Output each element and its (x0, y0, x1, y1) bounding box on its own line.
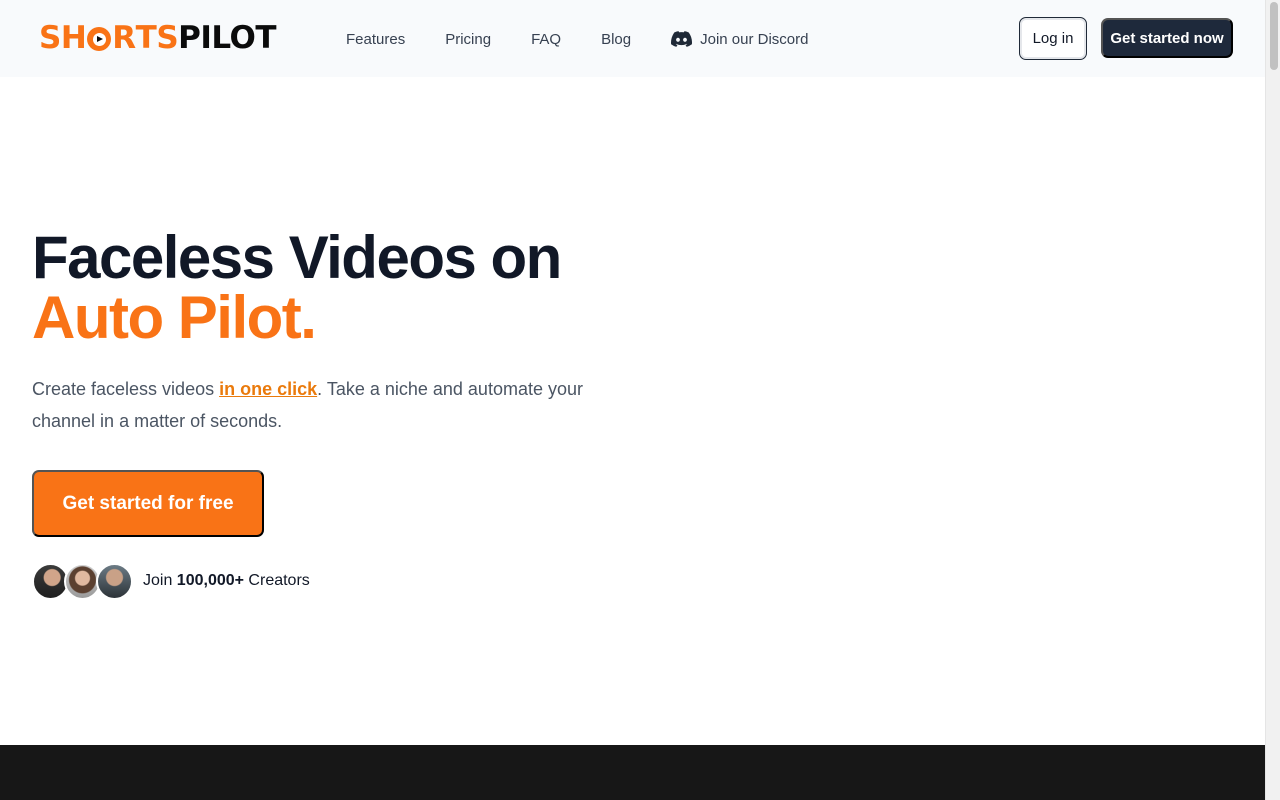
page: SHRTS PILOT Features Pricing FAQ Blog Jo… (0, 0, 1265, 800)
social-proof: Join 100,000+ Creators (32, 562, 310, 600)
hero-title-line2: Auto Pilot. (32, 284, 317, 351)
dark-section (0, 745, 1265, 800)
logo-letter: S (39, 19, 61, 56)
discord-icon (671, 31, 693, 47)
creators-prefix: Join (143, 572, 177, 589)
brand-logo[interactable]: SHRTS PILOT (39, 19, 277, 57)
nav-link-pricing[interactable]: Pricing (445, 31, 491, 48)
creators-count: 100,000+ (176, 572, 244, 589)
hero-subtitle-before: Create faceless videos (32, 379, 220, 399)
avatar (96, 562, 133, 600)
logo-letter: S (156, 19, 179, 56)
play-icon (87, 27, 112, 51)
logo-letter: T (135, 19, 157, 56)
get-started-button[interactable]: Get started now (1101, 18, 1233, 58)
site-header: SHRTS PILOT Features Pricing FAQ Blog Jo… (0, 0, 1265, 77)
creators-suffix: Creators (243, 572, 310, 589)
login-button[interactable]: Log in (1019, 17, 1087, 60)
hero-title: Faceless Videos on Auto Pilot. (32, 228, 562, 351)
nav-link-features[interactable]: Features (346, 31, 405, 48)
logo-letter: H (60, 19, 87, 56)
nav-link-discord[interactable]: Join our Discord (671, 30, 809, 48)
logo-letter: R (112, 19, 136, 56)
scrollbar-thumb[interactable] (1270, 2, 1278, 70)
logo-part-shorts: SHRTS (39, 19, 179, 56)
hero-subtitle: Create faceless videos in one click. Tak… (32, 373, 632, 437)
hero-subtitle-link[interactable]: in one click (219, 379, 317, 399)
nav-link-faq[interactable]: FAQ (531, 31, 561, 48)
hero-title-line1: Faceless Videos on (32, 224, 562, 291)
get-started-free-button[interactable]: Get started for free (32, 470, 264, 537)
nav-link-blog[interactable]: Blog (601, 31, 631, 48)
main-nav: Features Pricing FAQ Blog Join our Disco… (346, 28, 809, 50)
vertical-scrollbar[interactable] (1265, 0, 1280, 800)
discord-label: Join our Discord (700, 30, 809, 48)
creators-count-text: Join 100,000+ Creators (143, 572, 310, 590)
logo-part-pilot: PILOT (178, 19, 277, 56)
